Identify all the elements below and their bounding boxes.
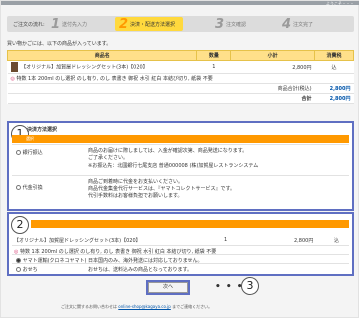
shipping-subtotal: 2,800円 [294,238,314,244]
grand-total-value: 2,800円 [314,93,354,104]
shipping-description: おせちは、送料込みの商品となっております。 [88,267,192,273]
payment-name: 銀行振込 [22,150,43,156]
next-button[interactable]: 次へ [148,282,188,293]
product-name: 【オリジナル】加賀屋ドレッシングセット(3本)【020】 [21,64,148,71]
desc-line: ※お振込先：北國銀行七尾支店 普通000008 (株)加賀屋レストランシステム [88,163,259,169]
step-number: 1 [51,16,61,32]
radio-osechi[interactable] [16,267,21,272]
shipping-option-yamato[interactable]: ヤマト運輸(クロネコヤマト) 日本国内のみ、海外発送には対応しておりません。 [12,254,349,264]
step-1: 1 送付先入力 [51,17,87,31]
total-label: 商品合計(税込) [7,83,315,94]
payment-description: 商品のお届けに際しましては、入金が確認次第、商品発送になります。 ご了承ください… [88,148,258,170]
product-thumbnail [10,62,18,72]
option-icon: ◎ [10,76,15,82]
step-number: 4 [282,16,292,32]
total-value: 2,800円 [314,83,354,94]
radio-cash-on-delivery[interactable] [16,185,21,190]
payment-description: 商品ご到着時に代金をお支払いください。 商品代金集金代行サービスは、『ヤマトコレ… [88,179,235,200]
payment-option-bank[interactable]: 銀行振込 商品のお届けに際しましては、入金が確認次第、商品発送になります。 ご了… [12,144,349,174]
order-steps: ご注文の流れ: 1 送付先入力 2 決済・配送方法選択 3 注文確認 4 注文完… [7,16,354,32]
step-2-active: 2 決済・配送方法選択 [115,16,184,32]
option-row: ◎ 特数 1本 200ml のし選択 のし有り, のし 表書き 御祝 水引 紅白… [7,73,354,84]
quantity-cell: 1 [196,60,231,74]
step-label: 決済・配送方法選択 [130,21,176,28]
subtotal-cell: 2,800円 [230,60,315,74]
step-4: 4 注文完了 [282,17,313,31]
step-label: 注文完了 [293,21,314,28]
page-frame: ようこそ・・・ ご注文の流れ: 1 送付先入力 2 決済・配送方法選択 3 注文… [0,0,359,318]
payment-section-title: 決済方法選択 [27,127,58,133]
radio-bank-transfer[interactable] [16,150,21,155]
payment-option-cod[interactable]: 代金引換 商品ご到着時に代金をお支払いください。 商品代金集金代行サービスは、『… [12,175,349,208]
col-product: 商品名 [6,50,198,61]
payment-name: 代金引換 [22,185,43,191]
step-label: 注文確認 [226,21,247,28]
shipping-product-name: 【オリジナル】加賀屋ドレッシングセット(3本)【020】 [14,238,141,244]
callout-2: 2 [11,216,29,234]
total-row: 商品合計(税込) 2,800円 [7,83,354,94]
payment-header-bar: 選択 [12,135,349,143]
shipping-label: おせち [16,266,38,273]
desc-line: ご了承ください。 [88,155,129,161]
shipping-product-row: 【オリジナル】加賀屋ドレッシングセット(3本)【020】 1 2,800円 込 [12,235,349,245]
payment-method-section: 1 決済方法選択 選択 銀行振込 商品のお届けに際しましては、入金が確認次第、商… [7,121,354,211]
grand-total-row: 合計 2,800円 [7,93,354,104]
col-quantity: 数量 [196,50,232,61]
grand-total-label: 合計 [7,93,315,104]
footer-text: ご注文に関するお問い合わせは [61,304,117,309]
desc-line: 商品のお届けに際しましては、入金が確認次第、商品発送になります。 [88,148,248,154]
product-cell: 【オリジナル】加賀屋ドレッシングセット(3本)【020】 [7,60,197,74]
option-cell: ◎ 特数 1本 200ml のし選択 のし有り, のし 表書き 御祝 水引 紅白… [7,73,354,84]
tax-cell: 込 [314,60,354,74]
shipping-option-osechi[interactable]: おせち おせちは、送料込みの商品となっております。 [12,263,349,273]
option-text: 特数 1本 200ml のし選択 のし有り, のし 表書き 御祝 水引 紅白 本… [16,76,213,82]
col-subtotal: 小計 [230,50,316,61]
col-tax: 消費税 [314,50,354,61]
shipping-option-row: ◎ 特数 1本 200ml のし選択 のし有り, のし 表書き 御祝 水引 紅白… [12,245,349,255]
cart-table: 商品名 数量 小計 消費税 【オリジナル】加賀屋ドレッシングセット(3本)【02… [6,50,354,104]
step-number: 3 [215,16,225,32]
ellipsis-dots: • • • [215,282,244,292]
shipping-tax: 込 [334,238,340,244]
payment-label: 銀行振込 [16,149,43,156]
step-3: 3 注文確認 [215,17,246,31]
desc-line: 商品ご到着時に代金をお支払いください。 [88,179,184,185]
top-right-text: ようこそ・・・ [326,1,354,6]
shipping-method-section: 2 【オリジナル】加賀屋ドレッシングセット(3本)【020】 1 2,800円 … [7,212,354,276]
cart-intro: 買い物かごには、以下の商品が入っています。 [7,41,112,47]
steps-lead: ご注文の流れ: [13,22,45,28]
footer-tail: までご連絡ください。 [172,304,213,309]
shipping-name: おせち [22,267,38,273]
top-bar [1,1,359,5]
shipping-header-bar [31,220,349,228]
table-row: 【オリジナル】加賀屋ドレッシングセット(3本)【020】 1 2,800円 込 [7,60,354,74]
cart-header-row: 商品名 数量 小計 消費税 [6,50,354,61]
payment-header-text: 選択 [26,136,34,141]
callout-3: 3 [241,277,259,295]
desc-line: 商品代金集金代行サービスは、『ヤマトコレクトサービス』です。 [88,186,236,192]
shipping-quantity: 1 [224,237,228,243]
payment-label: 代金引換 [16,184,43,191]
footer-email-link[interactable]: online-shop@kagaya.co.jp [118,304,171,309]
step-label: 送付先入力 [62,21,88,28]
step-number: 2 [119,16,129,32]
footer-contact: ご注文に関するお問い合わせは online-shop@kagaya.co.jp … [61,304,212,310]
desc-line: 代引手数料はお客様負担でお願いします。 [88,193,183,199]
